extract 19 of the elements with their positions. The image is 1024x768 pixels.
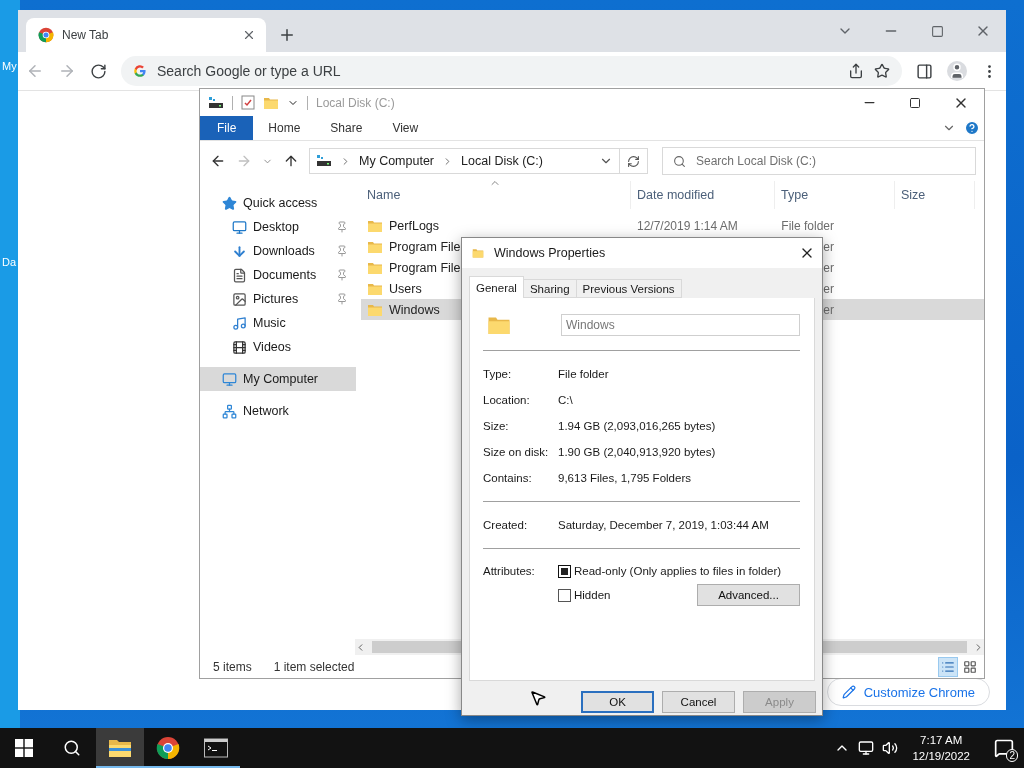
property-value: C:\	[558, 394, 573, 406]
window-title: Local Disk (C:)	[316, 95, 395, 110]
property-label: Attributes:	[483, 565, 536, 577]
selection-count: 1 item selected	[273, 659, 355, 674]
property-value: Saturday, December 7, 2019, 1:03:44 AM	[558, 519, 769, 531]
checkbox-label: Hidden	[574, 589, 611, 601]
property-value: 1.94 GB (2,093,016,265 bytes)	[558, 420, 716, 432]
property-value: 1.90 GB (2,040,913,920 bytes)	[558, 446, 716, 458]
property-label: Location:	[483, 394, 531, 406]
property-label: Type:	[483, 368, 513, 380]
property-label: Size on disk:	[483, 446, 550, 458]
checkbox-label: Read-only (Only applies to files in folder)	[574, 565, 782, 577]
property-value: File folder	[558, 368, 609, 380]
item-count: 5 items	[213, 659, 252, 674]
property-value: 9,613 Files, 1,795 Folders	[558, 472, 691, 484]
property-label: Size:	[483, 420, 510, 432]
property-label: Created:	[483, 519, 529, 531]
dialog-title: Windows Properties	[494, 246, 607, 260]
property-label: Contains:	[483, 472, 533, 484]
